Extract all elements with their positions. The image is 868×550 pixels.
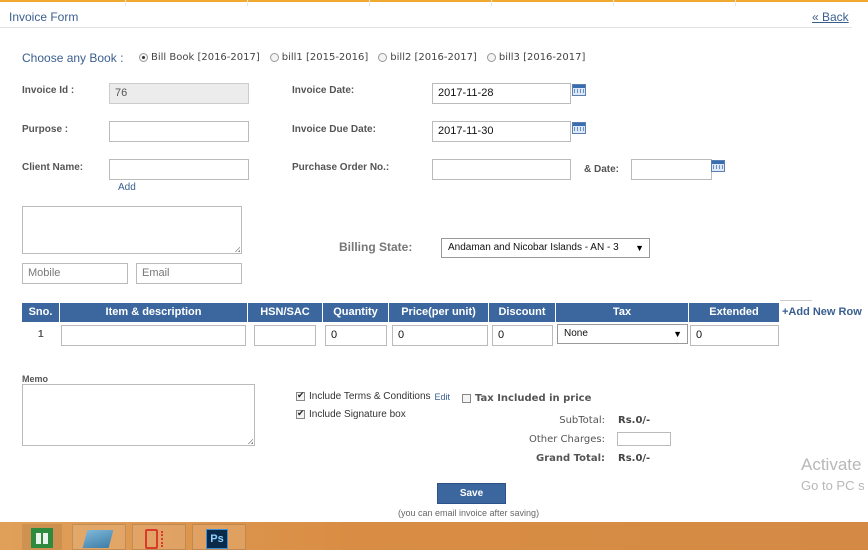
po-date-input[interactable] xyxy=(631,159,712,180)
calendar-icon[interactable] xyxy=(572,122,586,134)
taskbar-phone-button[interactable] xyxy=(132,524,186,550)
save-note: (you can email invoice after saving) xyxy=(398,508,540,518)
radio-button[interactable] xyxy=(378,53,388,62)
col-discount: Discount xyxy=(489,303,556,322)
activation-watermark-title: Activate xyxy=(801,455,862,474)
radio-button[interactable] xyxy=(139,53,148,62)
taskbar-photoshop-button[interactable]: Ps xyxy=(192,524,246,550)
radio-button[interactable] xyxy=(486,53,496,62)
po-number-label: Purchase Order No.: xyxy=(292,162,390,173)
col-price: Price(per unit) xyxy=(389,303,489,322)
header-divider xyxy=(0,27,852,28)
col-sno: Sno. xyxy=(22,303,60,322)
col-hsn: HSN/SAC xyxy=(248,303,323,322)
email-input[interactable]: Email xyxy=(136,263,242,284)
calendar-icon[interactable] xyxy=(572,84,586,96)
add-client-link[interactable]: Add xyxy=(118,182,136,193)
client-name-input[interactable] xyxy=(109,159,249,180)
other-charges-input[interactable] xyxy=(617,432,671,446)
invoice-date-input[interactable]: 2017-11-28 xyxy=(432,83,571,104)
memo-textarea[interactable] xyxy=(22,384,255,446)
book-option-bill3[interactable]: bill3 [2016-2017] xyxy=(486,52,586,63)
resize-handle[interactable] xyxy=(247,438,253,444)
divider xyxy=(780,300,812,301)
other-charges-label: Other Charges: xyxy=(528,434,605,445)
book-option-label: Bill Book [2016-2017] xyxy=(151,52,260,63)
billing-state-label: Billing State: xyxy=(339,240,413,254)
signature-checkbox[interactable] xyxy=(296,408,305,419)
book-option-bill2[interactable]: bill2 [2016-2017] xyxy=(378,52,477,63)
ebook-icon xyxy=(82,530,114,548)
invoice-id-label: Invoice Id : xyxy=(22,85,75,96)
book-option-label: bill1 [2015-2016] xyxy=(281,52,369,63)
client-address-textarea[interactable] xyxy=(22,206,242,254)
invoice-date-label: Invoice Date: xyxy=(292,85,355,96)
due-date-input[interactable]: 2017-11-30 xyxy=(432,121,571,142)
book-option-label: bill3 [2016-2017] xyxy=(498,52,586,63)
radio-button[interactable] xyxy=(269,53,279,62)
book-option-bill-book[interactable]: Bill Book [2016-2017] xyxy=(139,52,260,63)
add-row-link[interactable]: +Add New Row xyxy=(782,306,862,318)
terms-label: Include Terms & Conditions xyxy=(309,391,431,402)
signature-option: Include Signature box xyxy=(296,408,406,420)
dropdown-arrow-icon: ▼ xyxy=(635,243,644,253)
item-input[interactable] xyxy=(61,325,246,346)
edit-terms-link[interactable]: Edit xyxy=(435,392,451,402)
photoshop-icon: Ps xyxy=(206,529,228,549)
po-number-input[interactable] xyxy=(432,159,571,180)
activation-watermark-subtitle: Go to PC s xyxy=(801,478,865,493)
row-sno: 1 xyxy=(38,329,44,340)
discount-input[interactable]: 0 xyxy=(492,325,553,346)
invoice-id-field[interactable]: 76 xyxy=(109,83,249,104)
extended-input[interactable]: 0 xyxy=(690,325,779,346)
purpose-label: Purpose : xyxy=(22,124,69,135)
purpose-input[interactable] xyxy=(109,121,249,142)
signature-label: Include Signature box xyxy=(309,409,406,420)
col-extended: Extended xyxy=(689,303,780,322)
billing-state-select[interactable]: Andaman and Nicobar Islands - AN - 3 ▼ xyxy=(441,238,650,258)
client-name-label: Client Name: xyxy=(22,162,84,173)
subtotal-value: Rs.0/- xyxy=(618,415,651,426)
dropdown-arrow-icon: ▼ xyxy=(673,329,682,339)
calendar-icon[interactable] xyxy=(711,160,725,172)
po-date-label: & Date: xyxy=(584,164,620,175)
taskbar-store-button[interactable] xyxy=(22,524,62,550)
hsn-input[interactable] xyxy=(254,325,316,346)
book-label: Choose any Book : xyxy=(22,51,124,65)
store-icon xyxy=(31,528,53,548)
book-option-bill1[interactable]: bill1 [2015-2016] xyxy=(269,52,369,63)
col-quantity: Quantity xyxy=(323,303,389,322)
top-tab-strip xyxy=(0,0,868,6)
save-button[interactable]: Save xyxy=(437,483,506,504)
memo-label: Memo xyxy=(22,374,49,384)
col-tax: Tax xyxy=(556,303,689,322)
page-title: Invoice Form xyxy=(9,10,79,24)
resize-handle[interactable] xyxy=(234,246,240,252)
tax-included-label: Tax Included in price xyxy=(475,393,592,404)
tax-value: None xyxy=(564,328,588,339)
taskbar-ebook-button[interactable] xyxy=(72,524,126,550)
tax-included-option: Tax Included in price xyxy=(462,393,591,404)
grand-total-value: Rs.0/- xyxy=(618,453,651,464)
mobile-input[interactable]: Mobile xyxy=(22,263,128,284)
taskbar xyxy=(0,522,868,550)
grand-total-label: Grand Total: xyxy=(536,453,605,464)
col-item: Item & description xyxy=(60,303,248,322)
terms-option: Include Terms & Conditions Edit xyxy=(296,390,451,402)
signal-icon xyxy=(161,531,171,547)
price-input[interactable]: 0 xyxy=(392,325,488,346)
quantity-input[interactable]: 0 xyxy=(325,325,387,346)
book-option-label: bill2 [2016-2017] xyxy=(390,52,477,63)
billing-state-value: Andaman and Nicobar Islands - AN - 3 xyxy=(448,242,619,253)
book-radio-group: Bill Book [2016-2017] bill1 [2015-2016] … xyxy=(139,52,585,63)
due-date-label: Invoice Due Date: xyxy=(292,124,376,135)
terms-checkbox[interactable] xyxy=(296,390,305,401)
back-link[interactable]: « Back xyxy=(812,10,849,24)
phone-icon xyxy=(145,529,158,549)
tax-included-checkbox[interactable] xyxy=(462,394,471,403)
tax-select[interactable]: None ▼ xyxy=(557,324,688,344)
subtotal-label: SubTotal: xyxy=(559,415,605,426)
